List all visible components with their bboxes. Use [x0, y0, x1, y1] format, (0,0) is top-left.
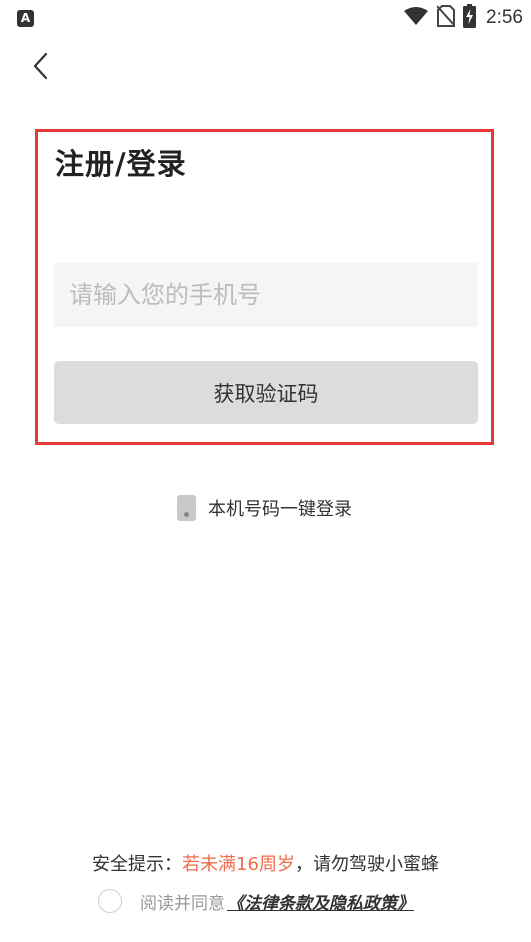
- clock-time: 2:56: [486, 7, 523, 28]
- safety-tip: 安全提示：若未满16周岁，请勿驾驶小蜜蜂: [0, 850, 531, 876]
- no-sim-icon: [436, 5, 456, 31]
- phone-number-input[interactable]: [54, 263, 478, 327]
- login-screen: A 2:56 注册/登录 请输入您的手机号 获取验证码 本机号码一键登录 安全提…: [0, 0, 531, 942]
- phone-icon: [177, 495, 196, 521]
- safety-tip-suffix: ，请勿驾驶小蜜蜂: [294, 854, 439, 875]
- battery-charging-icon: [463, 4, 477, 32]
- back-button[interactable]: [26, 48, 58, 84]
- one-click-login-button[interactable]: 本机号码一键登录: [177, 494, 352, 522]
- one-click-login-label: 本机号码一键登录: [208, 499, 352, 520]
- app-notification-icon: A: [17, 10, 34, 27]
- page-title: 注册/登录: [55, 147, 187, 181]
- login-form: 注册/登录 获取验证码: [35, 129, 494, 445]
- agreement-checkbox[interactable]: [98, 889, 122, 913]
- chevron-left-icon: [26, 52, 58, 88]
- privacy-policy-link[interactable]: 《法律条款及隐私政策》: [227, 889, 414, 914]
- agreement-text: 阅读并同意: [140, 893, 225, 914]
- status-icons: 2:56: [403, 4, 523, 32]
- safety-tip-warning: 若未满16周岁: [182, 854, 295, 875]
- agreement-row: 阅读并同意 《法律条款及隐私政策》: [98, 888, 414, 914]
- get-verification-code-button[interactable]: 获取验证码: [54, 361, 478, 424]
- wifi-icon: [403, 6, 429, 30]
- status-bar: A 2:56: [0, 0, 531, 36]
- safety-tip-prefix: 安全提示：: [92, 854, 183, 875]
